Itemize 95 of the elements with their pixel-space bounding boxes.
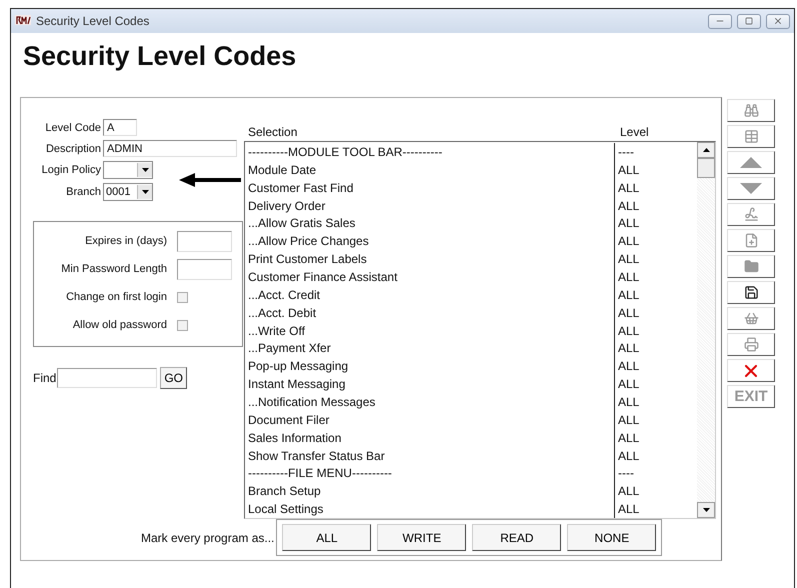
table-cell-text: ...Allow Price Changes [247, 233, 370, 250]
arrow-drawing [179, 173, 241, 187]
column-header: Selection [247, 125, 298, 139]
expires-field[interactable] [177, 230, 232, 252]
field-label: Expires in (days) [85, 235, 167, 247]
table-cell: ALL [614, 178, 696, 197]
table-cell-text: ...Acct. Credit [247, 286, 322, 304]
maximize-icon [745, 17, 753, 25]
table-cell: ALL [614, 304, 696, 322]
table-cell: ALL [614, 214, 696, 232]
table-cell-text: Sales Information [247, 430, 342, 447]
table-cell-text: Customer Finance Assistant [247, 268, 398, 286]
table-cell-text: Pop-up Messaging [247, 358, 350, 376]
level-code-field[interactable]: A [103, 119, 137, 136]
table-cell: ALL [614, 250, 696, 268]
binoculars-icon [744, 103, 758, 118]
table-cell: ALL [614, 375, 696, 394]
table-cell: ALL [614, 482, 696, 500]
scroll-down-icon [702, 508, 710, 512]
toolbar-button[interactable] [727, 359, 775, 382]
table-cell: ALL [614, 410, 696, 429]
mark-label: Mark every program as... [141, 530, 274, 544]
mark-button[interactable]: READ [472, 524, 562, 551]
caret-icon [142, 190, 148, 194]
description-field[interactable]: ADMIN [103, 140, 237, 157]
table-cell: ALL [614, 232, 696, 250]
table-cell: ALL [614, 286, 696, 304]
window-title: Security Level Codes [36, 14, 150, 28]
table-cell: ALL [614, 357, 696, 376]
minimize-button[interactable] [708, 14, 732, 28]
scrollbar[interactable] [697, 142, 715, 518]
caret-icon [142, 168, 148, 172]
table-cell-text: Print Customer Labels [247, 251, 368, 268]
checkbox-label: Change on first login [66, 291, 167, 303]
table-cell-text: ...Notification Messages [247, 394, 376, 411]
table-cell-text: Branch Setup [247, 483, 322, 500]
min-length-field[interactable] [177, 258, 232, 280]
field-label: Description [44, 142, 101, 154]
checkbox[interactable] [177, 292, 188, 302]
page-heading: Security Level Codes [23, 41, 298, 73]
table-cell: ALL [614, 160, 696, 179]
triangle-up-icon [740, 157, 762, 168]
table-cell-text: ...Allow Gratis Sales [247, 215, 356, 232]
table-cell-text: ...Payment Xfer [247, 340, 332, 358]
table-cell: ALL [614, 446, 696, 464]
table-cell-text: Customer Fast Find [247, 180, 354, 197]
close-button[interactable] [766, 14, 790, 28]
table-cell-text: ----------FILE MENU---------- [247, 465, 393, 482]
table-cell: ALL [614, 393, 696, 411]
table-cell: ALL [614, 500, 696, 518]
save-icon [744, 285, 758, 300]
printer-icon [744, 337, 758, 352]
table-cell: ALL [614, 196, 696, 214]
table-cell-text: Instant Messaging [247, 376, 346, 394]
table-icon [744, 129, 758, 144]
add-icon [744, 233, 758, 248]
field-label: Level Code [44, 122, 101, 134]
table-cell-text: Delivery Order [247, 198, 326, 214]
table-cell: ALL [614, 322, 696, 340]
go-button[interactable]: GO [160, 367, 188, 389]
login-policy-dropdown[interactable] [103, 161, 153, 179]
field-label: Min Password Length [61, 263, 167, 275]
table-cell-text: ----------MODULE TOOL BAR---------- [247, 144, 444, 161]
table-cell-text: ...Acct. Debit [247, 304, 318, 322]
checkbox-label: Allow old password [72, 319, 167, 331]
table-cell-text: Module Date [247, 162, 318, 179]
scroll-thumb[interactable] [697, 158, 715, 178]
branch-dropdown[interactable]: 0001 [103, 183, 153, 201]
basket-icon [744, 311, 758, 326]
maximize-button[interactable] [737, 14, 761, 28]
toolbar-button[interactable] [727, 281, 775, 304]
folder-icon [744, 259, 758, 274]
table-cell-text: ...Write Off [247, 322, 306, 340]
scroll-up-icon [702, 148, 710, 152]
column-header: Level [619, 125, 650, 139]
table-cell: ---- [614, 464, 696, 482]
table-cell: ALL [614, 339, 696, 358]
table-cell: ALL [614, 268, 696, 286]
table-cell: ---- [614, 143, 696, 161]
app-icon [15, 14, 31, 28]
table-cell-text: Document Filer [247, 412, 330, 429]
signature-icon [744, 207, 758, 222]
triangle-down-icon [740, 183, 762, 194]
table-cell: ALL [614, 428, 696, 447]
mark-button[interactable]: WRITE [377, 524, 466, 551]
mark-button[interactable]: NONE [567, 524, 656, 551]
mark-button[interactable]: ALL [282, 524, 372, 551]
field-label: Login Policy [40, 164, 101, 176]
checkbox[interactable] [177, 320, 188, 330]
close-icon [773, 16, 783, 26]
table-cell-text: Local Settings [247, 501, 324, 518]
find-label: Find [33, 371, 56, 385]
table-cell-text: Show Transfer Status Bar [247, 448, 386, 464]
field-label: Branch [65, 186, 101, 198]
find-field[interactable] [57, 368, 158, 388]
